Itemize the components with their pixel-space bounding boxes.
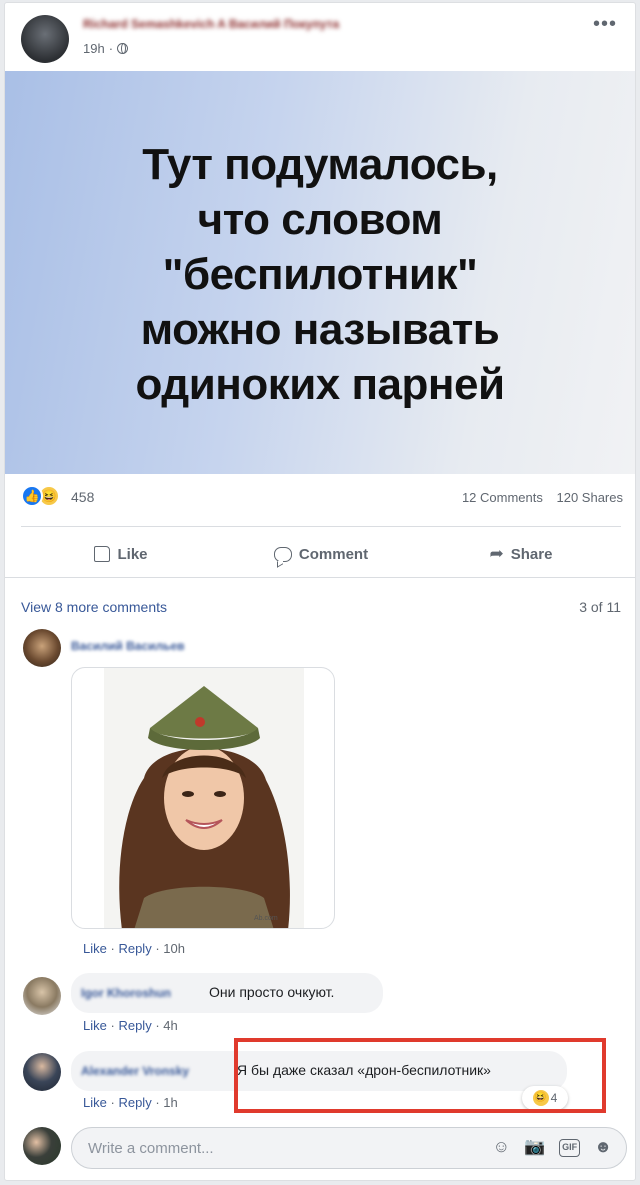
comment-reply-link[interactable]: Reply xyxy=(118,941,151,956)
write-comment-placeholder: Write a comment... xyxy=(88,1140,214,1157)
comment-author[interactable]: Василий Васильев xyxy=(71,639,185,653)
commenter-avatar[interactable] xyxy=(23,1053,61,1091)
thumbs-up-icon xyxy=(94,546,111,562)
highlight-annotation xyxy=(234,1038,606,1113)
write-comment-input[interactable]: Write a comment... ☺ 📷 GIF ☻ xyxy=(71,1127,627,1169)
comment-text: Они просто очкуют. xyxy=(209,984,335,1000)
post-stats: 👍 😆 458 12 Comments 120 Shares xyxy=(21,483,623,523)
current-user-avatar[interactable] xyxy=(23,1127,61,1165)
comment-reply-link[interactable]: Reply xyxy=(118,1018,151,1033)
meta-separator: · xyxy=(108,41,114,56)
comment-photo: Ab.com xyxy=(104,668,304,928)
post-meta: 19h · xyxy=(83,41,129,56)
comment-actions: Like · Reply · 4h xyxy=(83,1018,178,1033)
comment-icon xyxy=(273,546,292,562)
comment-time[interactable]: 10h xyxy=(163,941,185,956)
comment-author[interactable]: Alexander Vronsky xyxy=(81,1064,189,1078)
comments-page-count: 3 of 11 xyxy=(579,599,621,615)
commenter-avatar[interactable] xyxy=(23,629,61,667)
post-image[interactable]: Тут подумалось, что словом "беспилотник"… xyxy=(5,71,635,474)
separator: · xyxy=(155,1095,160,1110)
sticker-icon[interactable]: ☻ xyxy=(594,1137,612,1157)
comment-input-icons: ☺ 📷 GIF ☻ xyxy=(493,1137,612,1157)
reaction-count[interactable]: 458 xyxy=(71,489,94,505)
comment-reply-link[interactable]: Reply xyxy=(118,1095,151,1110)
comment-button[interactable]: Comment xyxy=(221,533,421,575)
comment-time[interactable]: 4h xyxy=(163,1018,177,1033)
author-name[interactable]: Richard Semashkevich A Василий Покупута xyxy=(83,17,453,31)
svg-text:Ab.com: Ab.com xyxy=(254,915,278,922)
post-time[interactable]: 19h xyxy=(83,41,105,56)
comments-section: View 8 more comments 3 of 11 Василий Вас… xyxy=(5,579,635,1182)
action-bar: Like Comment ➦ Share xyxy=(21,533,621,575)
comment-bubble: Igor Khoroshun Они просто очкуют. xyxy=(71,973,383,1013)
separator: · xyxy=(110,941,115,956)
separator: · xyxy=(110,1018,115,1033)
comments-shares: 12 Comments 120 Shares xyxy=(462,490,623,505)
share-arrow-icon: ➦ xyxy=(489,544,504,563)
post-card: Richard Semashkevich A Василий Покупута … xyxy=(4,2,636,1181)
comment-image-attachment[interactable]: Ab.com xyxy=(71,667,335,929)
like-button[interactable]: Like xyxy=(21,533,221,575)
separator: · xyxy=(155,941,160,956)
more-options-icon[interactable]: ••• xyxy=(593,13,617,36)
comments-count[interactable]: 12 Comments xyxy=(462,490,543,505)
view-more-comments-link[interactable]: View 8 more comments xyxy=(21,599,167,615)
comment-actions: Like · Reply · 10h xyxy=(83,941,185,956)
comment-time[interactable]: 1h xyxy=(163,1095,177,1110)
divider xyxy=(5,577,635,578)
like-label: Like xyxy=(117,545,148,563)
smiley-icon[interactable]: ☺ xyxy=(493,1137,510,1157)
camera-icon[interactable]: 📷 xyxy=(524,1137,545,1157)
comment-like-link[interactable]: Like xyxy=(83,1018,107,1033)
globe-icon xyxy=(117,43,129,54)
comment-label: Comment xyxy=(298,545,369,563)
commenter-avatar[interactable] xyxy=(23,977,61,1015)
separator: · xyxy=(155,1018,160,1033)
comment-actions: Like · Reply · 1h xyxy=(83,1095,178,1110)
comment-author[interactable]: Igor Khoroshun xyxy=(81,986,171,1000)
reaction-icons[interactable]: 👍 😆 xyxy=(21,485,60,507)
share-label: Share xyxy=(510,545,553,563)
author-avatar[interactable] xyxy=(21,15,69,63)
meme-text: Тут подумалось, что словом "беспилотник"… xyxy=(135,140,505,409)
comment-like-link[interactable]: Like xyxy=(83,941,107,956)
divider xyxy=(21,526,621,527)
post-header: Richard Semashkevich A Василий Покупута … xyxy=(17,9,625,65)
share-button[interactable]: ➦ Share xyxy=(421,533,621,575)
separator: · xyxy=(110,1095,115,1110)
comment-like-link[interactable]: Like xyxy=(83,1095,107,1110)
like-reaction-icon: 👍 xyxy=(21,485,43,507)
shares-count[interactable]: 120 Shares xyxy=(557,490,624,505)
gif-icon[interactable]: GIF xyxy=(559,1139,581,1157)
